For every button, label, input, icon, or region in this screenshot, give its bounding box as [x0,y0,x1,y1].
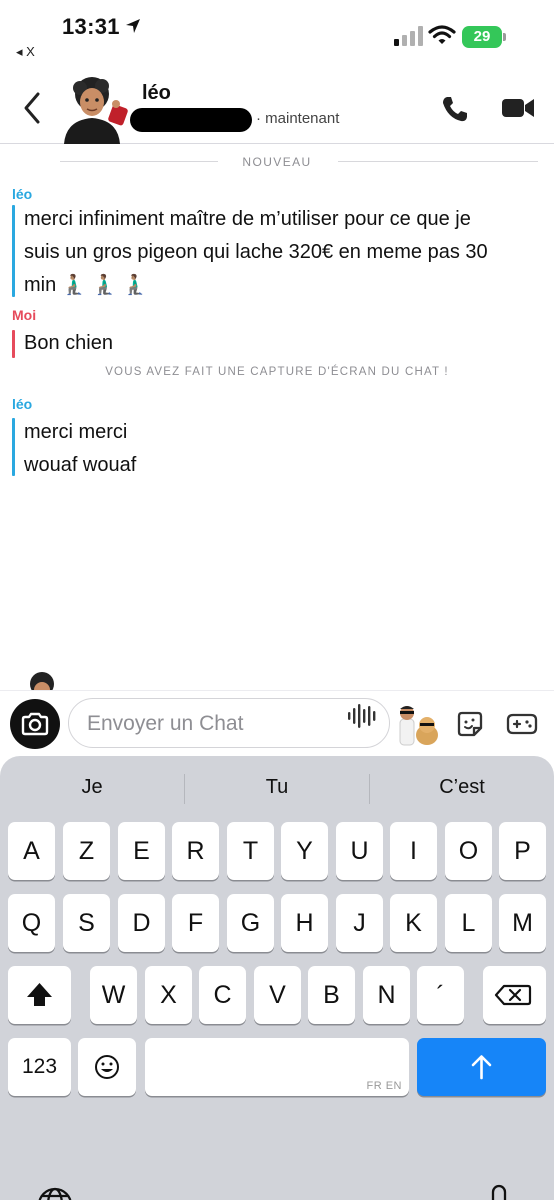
autocomplete-bar: Je Tu C’est [0,770,554,806]
key-y[interactable]: Y [281,822,328,880]
message-bar [12,418,15,476]
presence-status: · maintenant [256,110,340,127]
typing-avatar [30,672,54,690]
suggestion-item[interactable]: Tu [185,776,369,799]
key-e[interactable]: E [118,822,165,880]
key-i[interactable]: I [390,822,437,880]
backspace-icon [494,984,532,1006]
back-to-app-link[interactable]: ◂ X [16,44,35,60]
key-r[interactable]: R [172,822,219,880]
message-text[interactable]: merci merci wouaf wouaf [24,416,534,482]
camera-button[interactable] [10,699,60,749]
back-chevron-icon[interactable] [20,90,46,126]
key-q[interactable]: Q [8,894,55,952]
screenshot-notice: VOUS AVEZ FAIT UNE CAPTURE D'ÉCRAN DU CH… [105,366,449,378]
contact-avatar[interactable] [56,66,134,144]
message-line: Bon chien [24,332,113,354]
key-o[interactable]: O [445,822,492,880]
key-c[interactable]: C [199,966,246,1024]
message-sender: Moi [12,307,37,323]
message-sender: léo [12,396,33,412]
battery-indicator: 29 [462,26,506,48]
new-messages-divider: NOUVEAU [0,150,554,172]
shift-key[interactable] [8,966,71,1024]
key-v[interactable]: V [254,966,301,1024]
key-h[interactable]: H [281,894,328,952]
games-controller-icon[interactable] [506,711,538,737]
message-sender: léo [12,186,33,202]
cellular-signal-icon [394,26,423,46]
wifi-icon [428,25,456,44]
composer-bar: Envoyer un Chat [0,690,554,756]
message-line: merci merci [24,421,128,443]
keyboard: Je Tu C’est A Z E R T Y U I O P Q S D F … [0,756,554,1200]
key-j[interactable]: J [336,894,383,952]
key-a[interactable]: A [8,822,55,880]
phone-call-icon[interactable] [440,94,470,124]
sticker-icon[interactable] [455,709,485,739]
key-f[interactable]: F [172,894,219,952]
contact-name[interactable]: léo [142,82,171,105]
key-b[interactable]: B [308,966,355,1024]
key-p[interactable]: P [499,822,546,880]
location-arrow-icon [126,19,140,33]
key-accent[interactable]: ´ [417,966,464,1024]
message-line: merci infiniment maître de m’utiliser po… [24,208,471,230]
status-bar: 13:31 29 [0,0,554,48]
emoji-key[interactable] [78,1038,136,1096]
message-line: wouaf wouaf [24,454,137,476]
video-call-icon[interactable] [500,94,536,122]
bitmoji-icon[interactable] [394,701,442,747]
key-k[interactable]: K [390,894,437,952]
globe-icon[interactable] [36,1186,74,1200]
key-n[interactable]: N [363,966,410,1024]
message-text[interactable]: merci infiniment maître de m’utiliser po… [24,203,534,302]
key-l[interactable]: L [445,894,492,952]
language-indicator: FR EN [366,1080,402,1092]
suggestion-item[interactable]: C’est [370,776,554,799]
divider-label: NOUVEAU [242,155,312,169]
battery-level: 29 [462,26,502,48]
key-x[interactable]: X [145,966,192,1024]
key-z[interactable]: Z [63,822,110,880]
chat-input-placeholder: Envoyer un Chat [87,712,244,735]
message-line: suis un gros pigeon qui lache 320€ en me… [24,241,488,263]
up-arrow-icon [471,1055,492,1080]
divider-line-right [338,161,538,162]
chat-input[interactable]: Envoyer un Chat [68,698,390,748]
numbers-key[interactable]: 123 [8,1038,71,1096]
message-bar [12,330,15,358]
backspace-key[interactable] [483,966,546,1024]
key-t[interactable]: T [227,822,274,880]
space-key[interactable]: FR EN [145,1038,409,1096]
microphone-icon[interactable] [484,1184,514,1200]
message-bar [12,205,15,297]
emoji-face-icon [95,1055,119,1079]
battery-tip [503,33,506,41]
key-m[interactable]: M [499,894,546,952]
voice-waveform-icon[interactable] [346,703,380,729]
suggestion-item[interactable]: Je [0,776,184,799]
chat-header: léo · maintenant [0,60,554,144]
key-d[interactable]: D [118,894,165,952]
key-u[interactable]: U [336,822,383,880]
redaction-mark [130,108,252,132]
key-s[interactable]: S [63,894,110,952]
clock-time: 13:31 [62,14,120,39]
message-text[interactable]: Bon chien [24,327,534,360]
camera-icon [21,712,49,736]
message-line: min 🧎🏽‍♂️ 🧎🏽‍♂️ 🧎🏽‍♂️ [24,274,148,296]
send-key[interactable] [417,1038,546,1096]
shift-arrow-icon [27,983,52,1006]
key-g[interactable]: G [227,894,274,952]
key-w[interactable]: W [90,966,137,1024]
